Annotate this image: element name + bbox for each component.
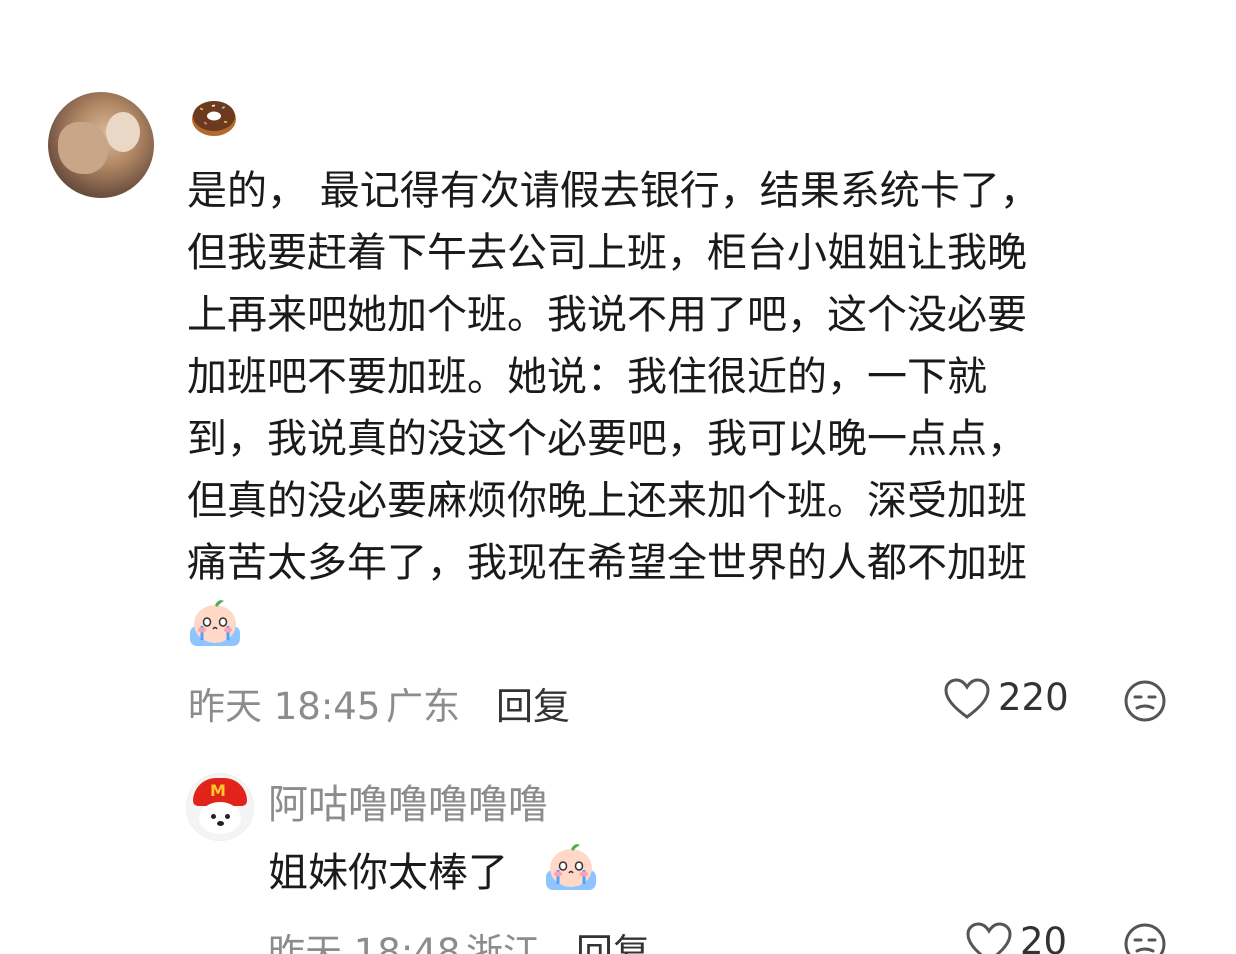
reply-reply-button[interactable]: 回复 bbox=[576, 922, 650, 954]
comment-time: 昨天 18:45 bbox=[188, 685, 381, 728]
reply-avatar[interactable]: M bbox=[186, 773, 254, 841]
donut-icon bbox=[192, 101, 236, 136]
comment-line: 到，我说真的没这个必要吧，我可以晚一点点， bbox=[187, 416, 1027, 462]
crying-emoji bbox=[546, 844, 596, 890]
comment-reply-button[interactable]: 回复 bbox=[496, 676, 570, 730]
comment-location: 广东 bbox=[386, 685, 460, 728]
comment-page: 是的， 最记得有次请假去银行，结果系统卡了， 但我要赶着下午去公司上班，柜台小姐… bbox=[0, 0, 1236, 954]
comment-avatar[interactable] bbox=[48, 92, 154, 198]
heart-icon[interactable] bbox=[966, 922, 1012, 954]
reply-location: 浙江 bbox=[466, 931, 540, 954]
avatar-figure-face bbox=[106, 112, 140, 152]
comment-line: 是的， 最记得有次请假去银行，结果系统卡了， bbox=[187, 168, 1040, 214]
comment-line: 上再来吧她加个班。我说不用了吧，这个没必要 bbox=[187, 292, 1027, 338]
heart-icon[interactable] bbox=[944, 678, 990, 720]
comment-line: 痛苦太多年了，我现在希望全世界的人都不加班 bbox=[187, 540, 1027, 586]
avatar-figure bbox=[58, 122, 108, 174]
dislike-face-icon[interactable] bbox=[1123, 679, 1167, 723]
crying-emoji bbox=[190, 600, 240, 646]
comment-line: 但真的没必要麻烦你晚上还来加个班。深受加班 bbox=[187, 478, 1027, 524]
reply-time: 昨天 18:48 bbox=[268, 931, 461, 954]
dislike-face-icon[interactable] bbox=[1123, 922, 1167, 954]
avatar-cap-logo: M bbox=[210, 781, 226, 800]
comment-line: 加班吧不要加班。她说：我住很近的，一下就 bbox=[187, 354, 987, 400]
reply-like-count: 20 bbox=[1020, 920, 1068, 954]
comment-line: 但我要赶着下午去公司上班，柜台小姐姐让我晚 bbox=[187, 230, 1027, 276]
comment-like-count: 220 bbox=[998, 676, 1069, 719]
reply-body: 姐妹你太棒了 bbox=[268, 850, 508, 896]
avatar-eye bbox=[225, 814, 230, 819]
avatar-face bbox=[199, 802, 241, 834]
avatar-eye bbox=[211, 814, 216, 819]
comment-body: 是的， 最记得有次请假去银行，结果系统卡了， 但我要赶着下午去公司上班，柜台小姐… bbox=[187, 160, 1167, 594]
avatar-nose bbox=[217, 821, 224, 826]
reply-username[interactable]: 阿咕噜噜噜噜噜 bbox=[268, 772, 548, 830]
